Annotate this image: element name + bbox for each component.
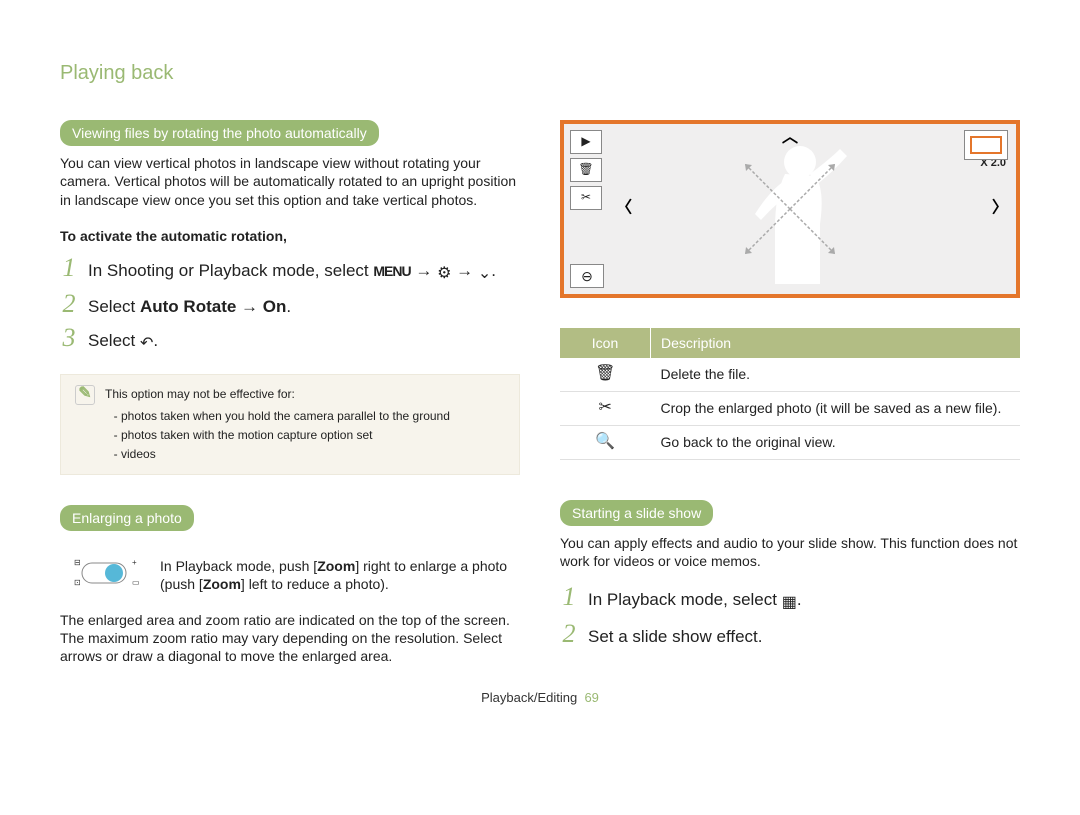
svg-text:▭: ▭ xyxy=(132,578,140,587)
row-desc: Delete the file. xyxy=(651,358,1021,391)
svg-text:+: + xyxy=(132,559,137,567)
pill-slideshow: Starting a slide show xyxy=(560,500,713,526)
gear-icon: ⚙ xyxy=(437,265,451,282)
step2-a: Select xyxy=(88,297,140,316)
note-lead: This option may not be effective for: xyxy=(105,387,295,401)
step2-c: → xyxy=(236,297,262,316)
table-row: ✂ Crop the enlarged photo (it will be sa… xyxy=(560,391,1020,425)
note-item: photos taken when you hold the camera pa… xyxy=(121,407,450,425)
ss-trash-icon: 🗑 xyxy=(570,158,602,182)
icon-description-table: Icon Description 🗑 Delete the file. ✂ Cr… xyxy=(560,328,1020,460)
activate-heading: To activate the automatic rotation, xyxy=(60,227,520,245)
table-row: 🔍 Go back to the original view. xyxy=(560,425,1020,459)
ss-crop-icon: ✂ xyxy=(570,186,602,210)
ss-play-icon: ▶ xyxy=(570,130,602,154)
note-item: videos xyxy=(121,445,450,463)
enlarge-e: ] left to reduce a photo). xyxy=(241,576,389,592)
magnify-icon: 🔍 xyxy=(595,433,615,450)
svg-text:⊟: ⊟ xyxy=(74,559,81,567)
arrow-right-icon: 〉 xyxy=(992,199,1008,220)
th-desc: Description xyxy=(651,328,1021,358)
row-desc: Crop the enlarged photo (it will be save… xyxy=(651,391,1021,425)
footer-page-number: 69 xyxy=(584,690,598,705)
note-item: photos taken with the motion capture opt… xyxy=(121,426,450,444)
chevron-down-icon: ⌄ xyxy=(478,265,491,282)
back-icon: ↶ xyxy=(140,335,153,352)
enlarge-a: In Playback mode, push [ xyxy=(160,558,317,574)
crop-icon: ✂ xyxy=(599,399,612,416)
enlarge-body: The enlarged area and zoom ratio are ind… xyxy=(60,611,520,666)
step3-a: Select xyxy=(88,331,140,350)
step-number: 3 xyxy=(60,325,78,351)
step-number: 1 xyxy=(60,255,78,281)
pill-enlarge: Enlarging a photo xyxy=(60,505,194,531)
step-number: 2 xyxy=(560,621,578,647)
slideshow-steps: 1 In Playback mode, select ▦. 2 Set a sl… xyxy=(560,584,1020,648)
step1-arrow1: → xyxy=(411,261,437,280)
note-box: ✎ This option may not be effective for: … xyxy=(60,374,520,475)
enlarge-screenshot: ▶ 🗑 ✂ ⊖ X 2.0 ︿ ﹀ 〈 〉 xyxy=(560,120,1020,298)
zoom-push-block: ⊟ ⊡ + ▭ In Playback mode, push [Zoom] ri… xyxy=(60,557,520,593)
slideshow-intro: You can apply effects and audio to your … xyxy=(560,534,1020,570)
table-row: 🗑 Delete the file. xyxy=(560,358,1020,391)
enlarge-zoom1: Zoom xyxy=(317,558,355,574)
note-icon: ✎ xyxy=(75,385,95,405)
step2-on: On xyxy=(263,297,287,316)
right-column: ▶ 🗑 ✂ ⊖ X 2.0 ︿ ﹀ 〈 〉 xyxy=(560,120,1020,666)
th-icon: Icon xyxy=(560,328,651,358)
slide-step1-a: In Playback mode, select xyxy=(588,590,782,609)
auto-rotate-steps: 1 In Shooting or Playback mode, select M… xyxy=(60,255,520,356)
step1-end: . xyxy=(491,261,496,280)
left-column: Viewing files by rotating the photo auto… xyxy=(60,120,520,666)
step2-e: . xyxy=(286,297,291,316)
footer-section: Playback/Editing xyxy=(481,690,577,705)
trash-icon: 🗑 xyxy=(595,365,615,382)
enlarge-zoom2: Zoom xyxy=(203,576,241,592)
step-number: 1 xyxy=(560,584,578,610)
step1-gear-arrow: → xyxy=(451,261,477,280)
ss-thumbnail xyxy=(964,130,1008,160)
ss-person-silhouette xyxy=(715,134,865,284)
step-number: 2 xyxy=(60,291,78,317)
pill-auto-rotate: Viewing files by rotating the photo auto… xyxy=(60,120,379,146)
ss-zoom-out-icon: ⊖ xyxy=(570,264,604,288)
page-footer: Playback/Editing 69 xyxy=(60,690,1020,707)
arrow-left-icon: 〈 xyxy=(616,199,632,220)
menu-icon: MENU xyxy=(373,263,410,279)
slideshow-icon: ▦ xyxy=(782,594,797,611)
svg-text:⊡: ⊡ xyxy=(74,578,81,587)
step1-text-a: In Shooting or Playback mode, select xyxy=(88,261,373,280)
slide-step2: Set a slide show effect. xyxy=(588,625,1020,649)
row-desc: Go back to the original view. xyxy=(651,425,1021,459)
slide-step1-b: . xyxy=(797,590,802,609)
step3-b: . xyxy=(153,331,158,350)
page-title: Playing back xyxy=(60,60,1020,86)
auto-rotate-intro: You can view vertical photos in landscap… xyxy=(60,154,520,209)
step2-auto-rotate: Auto Rotate xyxy=(140,297,236,316)
note-list: photos taken when you hold the camera pa… xyxy=(105,407,450,463)
zoom-lever-icon: ⊟ ⊡ + ▭ xyxy=(60,559,148,591)
